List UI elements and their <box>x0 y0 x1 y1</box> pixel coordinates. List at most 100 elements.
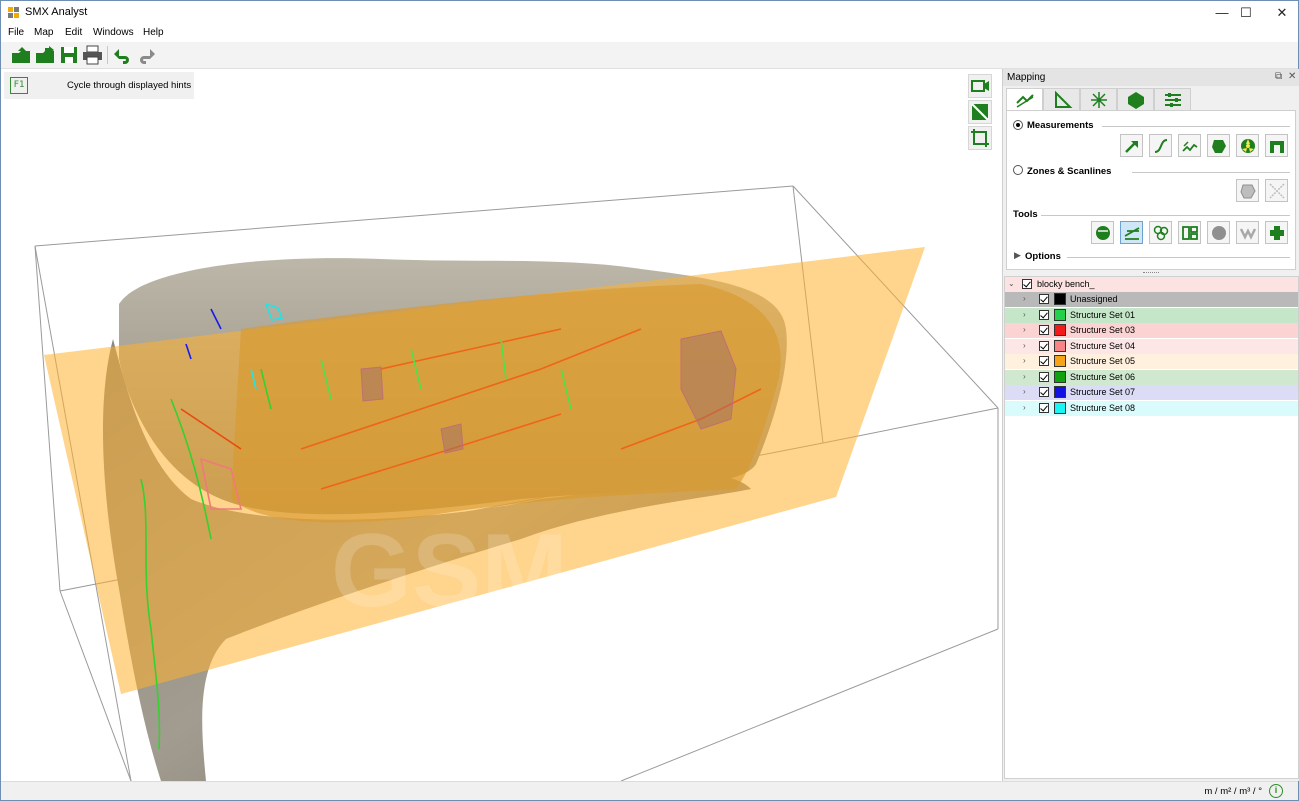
menu-edit[interactable]: Edit <box>65 27 82 38</box>
expand-icon[interactable]: › <box>1023 294 1026 303</box>
menu-help[interactable]: Help <box>143 27 164 38</box>
zones-radio[interactable] <box>1013 165 1023 175</box>
structure-tree: ⌄ blocky bench_ › Unassigned › Structure… <box>1004 276 1299 779</box>
divider <box>1041 215 1290 216</box>
open-project-icon[interactable] <box>10 45 32 65</box>
panel-tabs <box>1006 88 1296 111</box>
expand-icon[interactable]: › <box>1023 372 1026 381</box>
polygon-tab-icon[interactable] <box>1117 88 1154 110</box>
row-checkbox[interactable] <box>1039 387 1049 397</box>
color-swatch[interactable] <box>1054 339 1066 352</box>
camera-icon[interactable] <box>968 74 992 98</box>
tree-row-label: Structure Set 04 <box>1070 340 1136 351</box>
expand-icon[interactable]: › <box>1023 341 1026 350</box>
color-swatch[interactable] <box>1054 308 1066 321</box>
add-tool-icon[interactable] <box>1265 221 1288 244</box>
row-checkbox[interactable] <box>1039 325 1049 335</box>
scanline-icon[interactable] <box>1265 179 1288 202</box>
panels-tool-icon[interactable] <box>1178 221 1201 244</box>
expand-icon[interactable]: › <box>1023 403 1026 412</box>
color-swatch[interactable] <box>1054 370 1066 383</box>
tree-row[interactable]: › Structure Set 01 <box>1005 307 1298 323</box>
expand-icon[interactable]: › <box>1023 310 1026 319</box>
layers-tool-icon[interactable] <box>1120 221 1143 244</box>
redo-icon[interactable] <box>135 45 157 65</box>
close-button[interactable]: ✕ <box>1259 1 1299 25</box>
3d-viewport[interactable]: GSM F1 Cycle through displayed hints <box>1 69 1001 781</box>
curve-tool-icon[interactable] <box>1149 134 1172 157</box>
menu-map[interactable]: Map <box>34 27 53 38</box>
collapse-icon[interactable]: ⌄ <box>1008 279 1015 288</box>
sphere-tool-icon[interactable] <box>1207 221 1230 244</box>
menu-windows[interactable]: Windows <box>93 27 134 38</box>
zone-polygon-icon[interactable] <box>1236 179 1259 202</box>
expand-options-icon[interactable]: ▶ <box>1014 250 1021 261</box>
tree-row-label: Structure Set 05 <box>1070 356 1136 366</box>
divider <box>1067 257 1290 258</box>
color-swatch[interactable] <box>1054 355 1066 367</box>
color-swatch[interactable] <box>1054 293 1066 305</box>
close-panel-icon[interactable]: ✕ <box>1288 71 1296 82</box>
angle-tab-icon[interactable] <box>1043 88 1080 110</box>
toolbar-separator <box>107 46 108 64</box>
row-checkbox[interactable] <box>1039 340 1049 351</box>
mapping-tab-content: Measurements Zones & Scanlines Tools ▶ O… <box>1006 110 1296 270</box>
view-toggle-icon[interactable] <box>968 100 992 124</box>
tree-root-row[interactable]: ⌄ blocky bench_ <box>1005 277 1298 292</box>
undo-icon[interactable] <box>112 45 134 65</box>
float-panel-icon[interactable]: ⧉ <box>1275 71 1282 82</box>
menu-file[interactable]: File <box>8 27 24 38</box>
tree-row[interactable]: › Structure Set 05 <box>1005 354 1298 369</box>
print-icon[interactable] <box>82 45 104 65</box>
main-toolbar <box>1 42 1298 69</box>
mapping-panel: Mapping ⧉ ✕ Measurements Zones & Scanlin… <box>1002 69 1299 781</box>
zones-label: Zones & Scanlines <box>1027 166 1112 177</box>
panel-splitter[interactable] <box>1143 272 1159 275</box>
wave-tool-icon[interactable] <box>1236 221 1259 244</box>
tree-row[interactable]: › Structure Set 08 <box>1005 400 1298 416</box>
row-checkbox[interactable] <box>1039 356 1049 366</box>
tree-root-label: blocky bench_ <box>1037 279 1095 289</box>
expand-icon[interactable]: › <box>1023 325 1026 334</box>
measure-tab-icon[interactable] <box>1006 88 1043 111</box>
zones-tab-icon[interactable] <box>1080 88 1117 110</box>
cluster-tool-icon[interactable] <box>1149 221 1172 244</box>
arch-tool-icon[interactable] <box>1265 134 1288 157</box>
expand-icon[interactable]: › <box>1023 356 1026 365</box>
save-icon[interactable] <box>59 45 81 65</box>
radiation-tool-icon[interactable] <box>1236 134 1259 157</box>
tree-row[interactable]: › Structure Set 04 <box>1005 338 1298 354</box>
globe-tool-icon[interactable] <box>1091 221 1114 244</box>
color-swatch[interactable] <box>1054 324 1066 336</box>
row-checkbox[interactable] <box>1039 309 1049 320</box>
tree-row[interactable]: › Structure Set 07 <box>1005 385 1298 400</box>
measurements-radio[interactable] <box>1013 120 1023 130</box>
multi-trace-icon[interactable] <box>1178 134 1201 157</box>
tree-row[interactable]: › Unassigned <box>1005 292 1298 307</box>
row-checkbox[interactable] <box>1039 371 1049 382</box>
row-checkbox[interactable] <box>1039 294 1049 304</box>
units-readout[interactable]: m / m² / m³ / ° <box>1204 786 1262 797</box>
options-label[interactable]: Options <box>1025 251 1061 262</box>
color-swatch[interactable] <box>1054 401 1066 414</box>
menu-bar: File Map Edit Windows Help <box>1 25 1298 42</box>
scene-rendering[interactable]: GSM <box>1 69 1001 781</box>
f1-key-badge: F1 <box>10 77 28 94</box>
tree-row[interactable]: › Structure Set 06 <box>1005 369 1298 385</box>
root-checkbox[interactable] <box>1022 279 1032 289</box>
arrow-tool-icon[interactable] <box>1120 134 1143 157</box>
settings-tab-icon[interactable] <box>1154 88 1191 110</box>
tree-row[interactable]: › Structure Set 03 <box>1005 323 1298 338</box>
plane-tool-icon[interactable] <box>1207 134 1230 157</box>
crop-view-icon[interactable] <box>968 126 992 150</box>
info-icon[interactable]: i <box>1269 784 1283 798</box>
import-icon[interactable] <box>35 45 57 65</box>
tree-row-label: Structure Set 07 <box>1070 387 1136 397</box>
tree-row-label: Structure Set 06 <box>1070 371 1136 382</box>
expand-icon[interactable]: › <box>1023 387 1026 396</box>
row-checkbox[interactable] <box>1039 402 1049 413</box>
color-swatch[interactable] <box>1054 386 1066 398</box>
tools-label: Tools <box>1013 209 1038 220</box>
divider <box>1132 172 1290 173</box>
app-logo-icon <box>8 7 20 19</box>
